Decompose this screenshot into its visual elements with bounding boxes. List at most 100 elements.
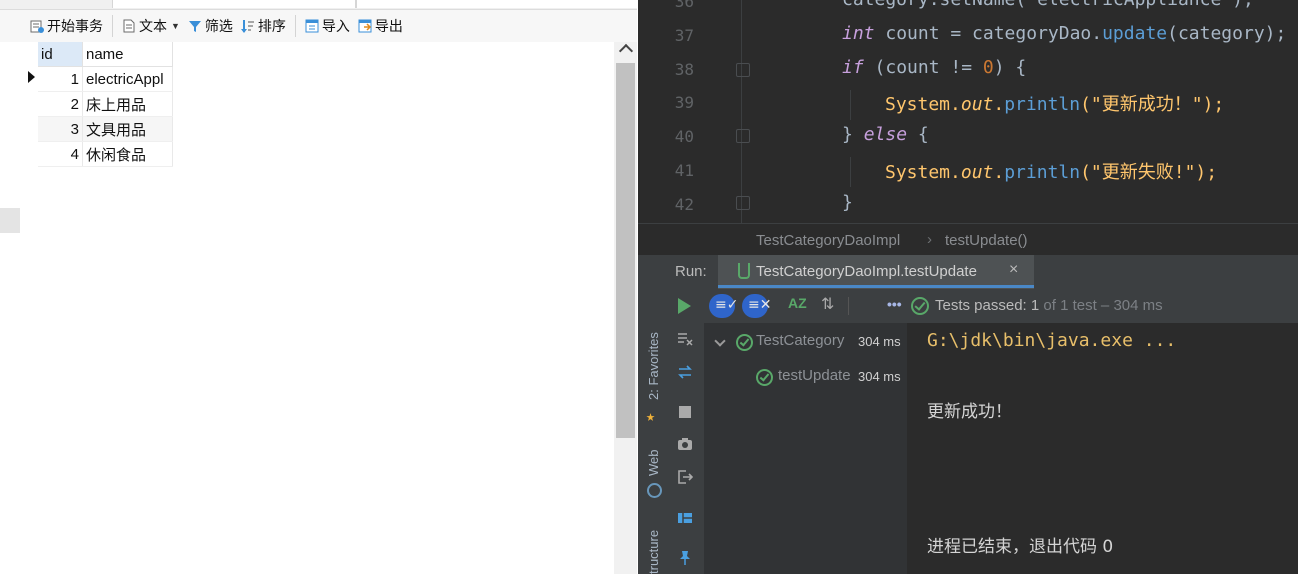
code-line-42: } — [842, 192, 853, 213]
data-grid: id name 1 electricAppl 2 床上用品 3 文具用品 4 休… — [24, 42, 614, 574]
document-tab[interactable] — [112, 0, 356, 8]
more-options-icon[interactable]: ••• — [887, 296, 902, 312]
table-toolbar: 开始事务 文本 ▼ 筛选 排序 导入 导出 — [0, 10, 637, 42]
table-row[interactable]: 3 文具用品 — [38, 116, 173, 142]
web-tool-tab[interactable]: Web — [646, 450, 661, 477]
test-tube-icon — [738, 263, 750, 279]
console-line: 更新成功！ — [927, 402, 1012, 422]
table-cell-id[interactable]: 1 — [38, 66, 83, 92]
toolbar-divider — [112, 15, 113, 37]
sort-alphabetically-icon[interactable]: AZ — [788, 295, 807, 311]
run-tab[interactable]: TestCategoryDaoImpl.testUpdate × — [718, 255, 1034, 289]
sort-button[interactable]: 排序 — [237, 14, 290, 38]
table-header-row: id name — [38, 42, 173, 67]
table-cell-id[interactable]: 3 — [38, 116, 83, 142]
table-cell-name[interactable]: 休闲食品 — [82, 141, 173, 167]
code-method-call: println — [1004, 162, 1081, 183]
tree-item[interactable]: TestCategory 304 ms — [736, 332, 906, 356]
code-field: out — [960, 94, 994, 115]
test-status-text: Tests passed: 1 of 1 test – 304 ms — [935, 297, 1163, 314]
import-icon — [305, 19, 319, 33]
ide-panel: 36 37 38 39 40 41 42 category.setName("e… — [638, 0, 1298, 574]
exit-icon[interactable] — [677, 469, 693, 485]
globe-icon — [647, 483, 662, 498]
stop-icon[interactable] — [677, 404, 693, 420]
tree-item-label: TestCategory — [756, 332, 845, 349]
breadcrumb: TestCategoryDaoImpl › testUpdate() — [638, 223, 1298, 256]
vertical-scrollbar[interactable] — [614, 42, 637, 574]
code-string: ("更新成功！"); — [1080, 94, 1225, 115]
column-header-id[interactable]: id — [38, 42, 83, 67]
column-header-name[interactable]: name — [82, 42, 173, 67]
camera-icon[interactable] — [677, 436, 693, 452]
close-icon[interactable]: × — [1009, 261, 1018, 279]
star-icon: ★ — [646, 407, 656, 425]
line-number: 36 — [674, 0, 694, 11]
filter-icon — [188, 19, 202, 33]
active-tab-underline — [718, 285, 1034, 288]
code-token: count = categoryDao. — [874, 23, 1103, 44]
table-cell-id[interactable]: 2 — [38, 91, 83, 117]
favorites-tool-tab[interactable]: 2: Favorites — [646, 332, 661, 400]
passed-check-icon — [911, 297, 929, 315]
document-tab[interactable] — [356, 0, 637, 8]
run-tab-title: TestCategoryDaoImpl.testUpdate — [756, 263, 977, 280]
tree-item[interactable]: testUpdate 304 ms — [756, 367, 906, 391]
code-line-41: System.out.println("更新失败!"); — [885, 158, 1217, 184]
import-button[interactable]: 导入 — [301, 14, 354, 38]
swap-icon[interactable] — [677, 364, 693, 380]
breadcrumb-method[interactable]: testUpdate() — [945, 232, 1028, 249]
fold-marker-icon[interactable] — [736, 63, 750, 77]
show-passed-toggle[interactable]: ≡✓ — [709, 294, 738, 318]
filter-label: 筛选 — [204, 18, 233, 34]
pin-icon[interactable] — [677, 550, 693, 566]
scroll-up-arrow-icon[interactable] — [618, 43, 634, 59]
chevron-down-icon[interactable] — [714, 335, 726, 347]
table-cell-name[interactable]: 床上用品 — [82, 91, 173, 117]
fold-marker-icon[interactable] — [736, 129, 750, 143]
run-tab-bar: Run: TestCategoryDaoImpl.testUpdate × — [668, 255, 1298, 289]
code-keyword: if — [842, 57, 864, 78]
begin-transaction-label: 开始事务 — [47, 18, 103, 34]
show-ignored-toggle[interactable]: ≡✕ — [742, 294, 772, 318]
filter-button[interactable]: 筛选 — [184, 14, 237, 38]
clear-all-icon[interactable] — [677, 331, 693, 347]
text-label: 文本 — [139, 18, 167, 34]
code-token: { — [907, 124, 929, 145]
code-class: System. — [885, 162, 961, 183]
toolbar-divider — [294, 15, 296, 37]
line-number: 38 — [674, 60, 694, 79]
table-cell-name[interactable]: electricAppl — [82, 66, 173, 92]
export-icon — [358, 19, 372, 33]
indent-guide — [850, 90, 851, 120]
fold-marker-icon[interactable] — [736, 196, 750, 210]
code-method-call: println — [1004, 94, 1081, 115]
scrollbar-thumb[interactable] — [616, 63, 635, 438]
sort-by-duration-icon[interactable]: ⇅ — [821, 294, 834, 314]
side-tool-strip: 2: Favorites ★ Web tructure — [638, 255, 669, 574]
gutter-marker — [0, 208, 20, 233]
code-editor[interactable]: 36 37 38 39 40 41 42 category.setName("e… — [638, 0, 1298, 223]
console-output[interactable]: G:\jdk\bin\java.exe ... 更新成功！ 进程已结束，退出代码… — [907, 323, 1298, 574]
line-number: 40 — [674, 127, 694, 146]
table-row[interactable]: 1 electricAppl — [38, 66, 173, 92]
text-button[interactable]: 文本 ▼ — [118, 14, 184, 38]
begin-transaction-button[interactable]: 开始事务 — [26, 14, 107, 38]
rerun-play-icon[interactable] — [678, 298, 691, 314]
import-label: 导入 — [321, 18, 350, 34]
breadcrumb-class[interactable]: TestCategoryDaoImpl — [756, 232, 900, 249]
table-cell-name[interactable]: 文具用品 — [82, 116, 173, 142]
code-line-38: if (count != 0) { — [842, 57, 1026, 78]
code-token: category.setName("electricAppliance"); — [842, 0, 1254, 10]
code-field: out — [960, 162, 994, 183]
table-row[interactable]: 2 床上用品 — [38, 91, 173, 117]
indent-guide — [741, 0, 742, 223]
table-cell-id[interactable]: 4 — [38, 141, 83, 167]
export-button[interactable]: 导出 — [354, 14, 407, 38]
show-ignored-icon: ≡✕ — [748, 297, 772, 313]
status-rest: of 1 test – 304 ms — [1039, 297, 1163, 314]
structure-tool-tab[interactable]: tructure — [646, 530, 661, 574]
dropdown-caret-icon[interactable]: ▼ — [171, 21, 180, 31]
layout-icon[interactable] — [677, 510, 693, 526]
table-row[interactable]: 4 休闲食品 — [38, 141, 173, 167]
